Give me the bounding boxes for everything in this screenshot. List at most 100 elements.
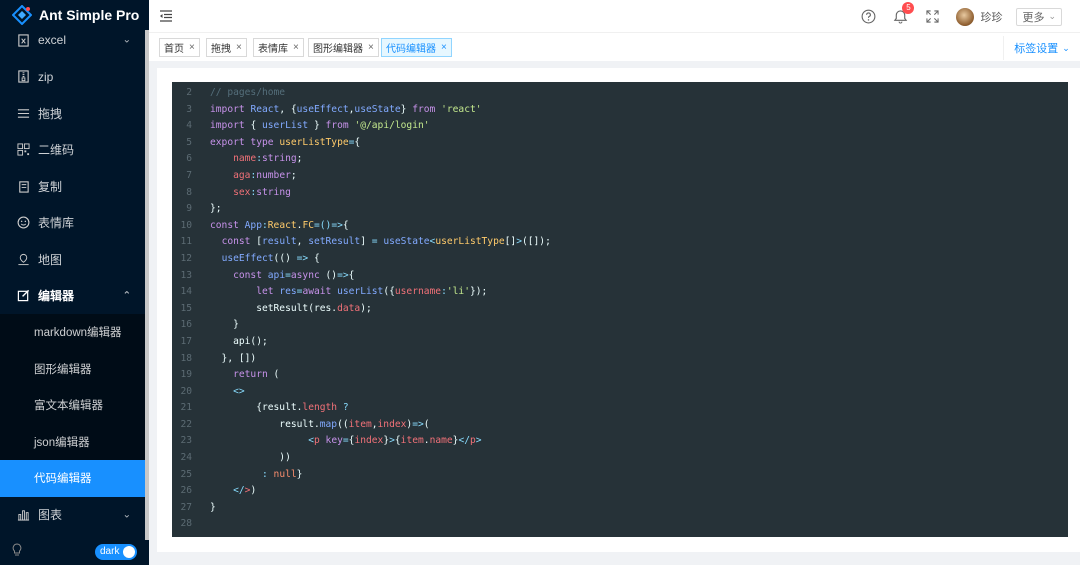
line-number: 9 — [186, 203, 192, 215]
code-token: () — [325, 269, 338, 281]
sidebar-subitem-json-editor[interactable]: json编辑器 — [0, 423, 145, 460]
code-token: ; — [296, 153, 303, 165]
sidebar-subitem-markdown-editor[interactable]: markdown编辑器 — [0, 314, 145, 351]
fullscreen-icon[interactable] — [924, 9, 940, 25]
scrollbar-thumb[interactable] — [145, 30, 149, 540]
notification-bell-icon[interactable]: 5 — [892, 1, 915, 25]
close-icon[interactable]: × — [189, 42, 195, 53]
tab-emoji[interactable]: 表情库 × — [253, 38, 304, 57]
code-token: </ — [458, 435, 471, 447]
code-line[interactable]: 16 } — [172, 317, 1068, 334]
tab-code-editor[interactable]: 代码编辑器 × — [381, 38, 452, 57]
code-line[interactable]: 13 const api = async () =>{ — [172, 268, 1068, 285]
code-token: } — [296, 468, 303, 480]
sidebar-subitem-code-editor[interactable]: 代码编辑器 — [0, 460, 145, 497]
code-line[interactable]: 7 aga: number; — [172, 168, 1068, 185]
code-token: map — [319, 418, 338, 430]
username[interactable]: 珍珍 — [980, 9, 1002, 25]
code-line[interactable]: 12 useEffect(() => { — [172, 251, 1068, 268]
code-line[interactable]: 3 import React, {useEffect, useState} from… — [172, 102, 1068, 119]
code-token: } — [308, 120, 326, 132]
avatar[interactable] — [956, 7, 975, 26]
code-token: ( — [273, 369, 280, 381]
sidebar-item-map[interactable]: 地图 — [0, 241, 145, 278]
code-line[interactable]: 19 return ( — [172, 367, 1068, 384]
code-line[interactable]: 9}; — [172, 201, 1068, 218]
code-token: const — [221, 236, 257, 248]
close-icon[interactable]: × — [236, 42, 242, 53]
tab-home[interactable]: 首页 × — [159, 38, 200, 57]
close-icon[interactable]: × — [368, 42, 374, 53]
close-icon[interactable]: × — [293, 42, 299, 53]
code-line[interactable]: 4 import { userList } from '@/api/login' — [172, 118, 1068, 135]
code-line[interactable]: 20 <> — [172, 384, 1068, 401]
line-number: 18 — [180, 352, 192, 364]
sidebar-item-label: 复制 — [38, 179, 63, 194]
sidebar-item-qrcode[interactable]: 二维码 — [0, 132, 145, 169]
code-line[interactable]: 18 }, []) — [172, 351, 1068, 368]
code-token: , { — [279, 103, 297, 115]
code-token: number — [256, 169, 291, 181]
sidebar-item-chart[interactable]: 图表 ⌄ — [0, 497, 145, 534]
sidebar-scrollbar[interactable] — [145, 30, 149, 540]
code-line[interactable]: 26 </>) — [172, 483, 1068, 500]
tab-drag[interactable]: 拖拽 × — [206, 38, 247, 57]
code-line[interactable]: 22 result. map((item, index) =>( — [172, 417, 1068, 434]
theme-toggle[interactable]: dark — [95, 544, 137, 560]
code-line[interactable]: 11 const [result, setResult] = useState <… — [172, 234, 1068, 251]
menu-fold-icon[interactable] — [159, 9, 173, 23]
code-line[interactable]: 23 < p key ={index} >{item. name} </p > — [172, 433, 1068, 450]
toggle-knob — [123, 546, 135, 558]
line-number: 7 — [186, 169, 192, 181]
code-token: useEffect — [221, 252, 274, 264]
sidebar-subitem-label: markdown编辑器 — [34, 327, 122, 340]
code-token: ? — [342, 402, 349, 414]
sidebar-item-zip[interactable]: zip — [0, 59, 145, 96]
code-line[interactable]: 24 )) — [172, 450, 1068, 467]
code-line[interactable]: 8 sex: string — [172, 185, 1068, 202]
line-number: 27 — [180, 501, 192, 513]
more-dropdown[interactable]: 更多 ⌄ — [1016, 7, 1062, 26]
tab-graphic-editor[interactable]: 图形编辑器 × — [308, 38, 379, 57]
help-icon[interactable] — [860, 9, 876, 25]
sidebar-subitem-richtext-editor[interactable]: 富文本编辑器 — [0, 387, 145, 424]
code-line[interactable]: 25 : null} — [172, 467, 1068, 484]
code-line[interactable]: 10 const App: React. FC =()=>{ — [172, 218, 1068, 235]
sidebar-item-editor[interactable]: 编辑器 ⌃ — [0, 278, 145, 315]
code-line[interactable]: 21 {result. length ? — [172, 400, 1068, 417]
close-icon[interactable]: × — [441, 42, 447, 53]
tab-settings-dropdown[interactable]: 标签设置 ⌄ — [1003, 36, 1080, 60]
code-token: key — [325, 435, 343, 447]
sidebar-item-label: zip — [38, 69, 54, 84]
code-line[interactable]: 5 export type userListType ={ — [172, 135, 1068, 152]
sidebar-item-drag[interactable]: 拖拽 — [0, 95, 145, 132]
code-token: userListType — [279, 136, 349, 148]
code-line[interactable]: 6 name: string; — [172, 151, 1068, 168]
code-line[interactable]: 2 // pages/home — [172, 85, 1068, 102]
sidebar-item-label: 二维码 — [38, 143, 75, 158]
code-token: from — [325, 120, 355, 132]
chevron-down-icon: ⌄ — [1062, 42, 1070, 53]
code-line[interactable]: 14 let res = await userList({username:'li'… — [172, 284, 1068, 301]
code-token: )) — [210, 452, 291, 464]
line-number: 25 — [180, 468, 192, 480]
code-token: } — [210, 319, 239, 331]
code-line[interactable]: 28 — [172, 516, 1068, 533]
code-token: </ — [233, 485, 245, 497]
line-number: 24 — [180, 452, 192, 464]
code-line[interactable]: 27} — [172, 500, 1068, 517]
code-line[interactable]: 15 setResult(res. data); — [172, 301, 1068, 318]
code-token: ({ — [383, 286, 395, 298]
sidebar-subitem-graphic-editor[interactable]: 图形编辑器 — [0, 350, 145, 387]
code-line[interactable]: 17 api(); — [172, 334, 1068, 351]
code-editor[interactable]: 2// pages/home 3 import React, {useEffect,… — [172, 82, 1068, 537]
sidebar-item-copy[interactable]: 复制 — [0, 168, 145, 205]
code-token: index — [377, 418, 407, 430]
app-logo[interactable]: Ant Simple Pro — [0, 0, 149, 30]
more-label: 更多 — [1022, 11, 1045, 24]
sidebar-item-emoji[interactable]: 表情库 — [0, 205, 145, 242]
code-token: => — [337, 269, 349, 281]
